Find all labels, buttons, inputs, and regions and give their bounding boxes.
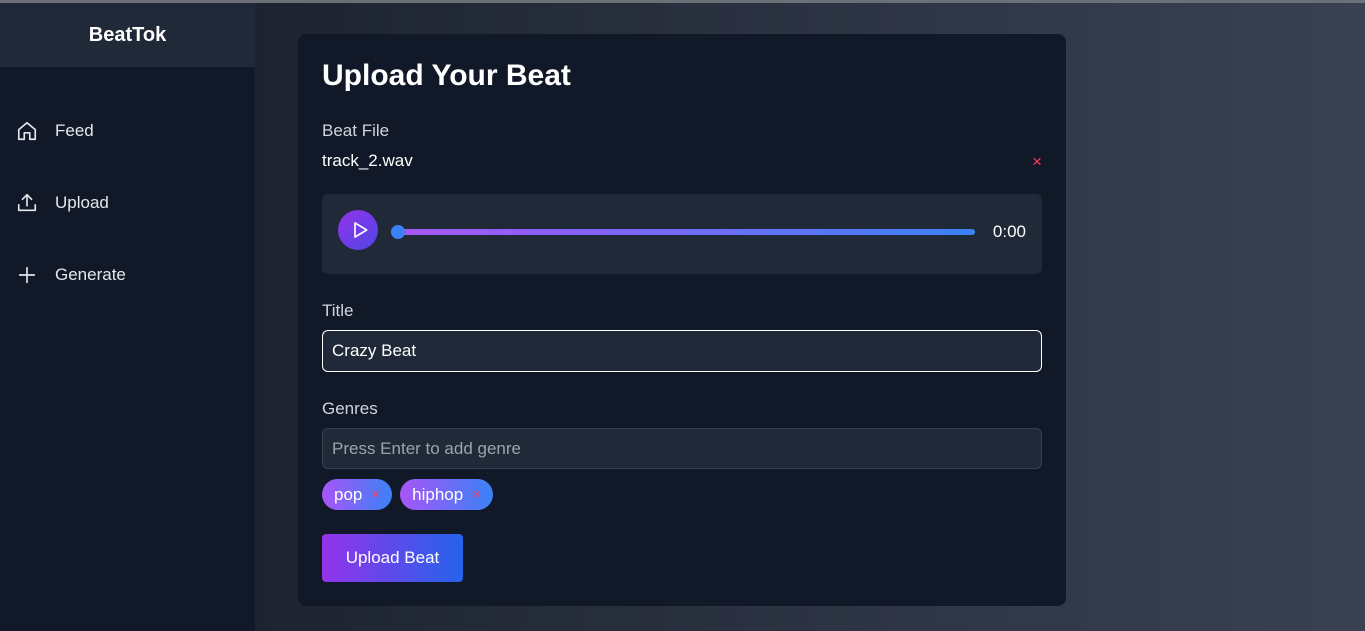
main-content: Upload Your Beat Beat File track_2.wav ×… <box>255 3 1365 631</box>
sidebar-item-generate[interactable]: Generate <box>0 239 255 311</box>
app-logo: BeatTok <box>0 3 255 67</box>
file-name: track_2.wav <box>322 151 413 170</box>
remove-file-button[interactable]: × <box>1032 153 1042 170</box>
home-icon <box>16 120 38 142</box>
sidebar-item-label: Upload <box>55 193 109 212</box>
play-icon <box>347 220 370 240</box>
sidebar-item-upload[interactable]: Upload <box>0 167 255 239</box>
upload-form-card: Upload Your Beat Beat File track_2.wav ×… <box>298 34 1066 606</box>
sidebar-item-label: Generate <box>55 265 126 284</box>
beat-file-label: Beat File <box>322 121 390 140</box>
upload-beat-button[interactable]: Upload Beat <box>322 534 463 582</box>
progress-fill <box>398 229 975 235</box>
title-input[interactable] <box>322 330 1042 372</box>
sidebar-item-feed[interactable]: Feed <box>0 95 255 167</box>
title-label: Title <box>322 301 354 320</box>
sidebar-item-label: Feed <box>55 121 94 140</box>
genre-input[interactable] <box>322 428 1042 469</box>
genre-chip-list: pop × hiphop × <box>322 479 493 510</box>
progress-thumb[interactable] <box>391 225 405 239</box>
playback-time: 0:00 <box>992 222 1026 241</box>
genre-chip: pop × <box>322 479 393 510</box>
genres-label: Genres <box>322 399 378 418</box>
sidebar: BeatTok Feed Upload Generate <box>0 3 255 631</box>
upload-icon <box>16 192 38 214</box>
genre-chip-label: pop <box>334 484 363 504</box>
remove-genre-button[interactable]: × <box>371 486 380 503</box>
sidebar-nav: Feed Upload Generate <box>0 67 255 311</box>
progress-track[interactable] <box>391 225 975 239</box>
audio-player: 0:00 <box>322 194 1042 274</box>
plus-icon <box>16 264 38 286</box>
genre-chip-label: hiphop <box>412 484 464 504</box>
remove-genre-button[interactable]: × <box>472 486 481 503</box>
genre-chip: hiphop × <box>400 479 493 510</box>
play-button[interactable] <box>338 210 378 250</box>
page-title: Upload Your Beat <box>322 59 571 92</box>
